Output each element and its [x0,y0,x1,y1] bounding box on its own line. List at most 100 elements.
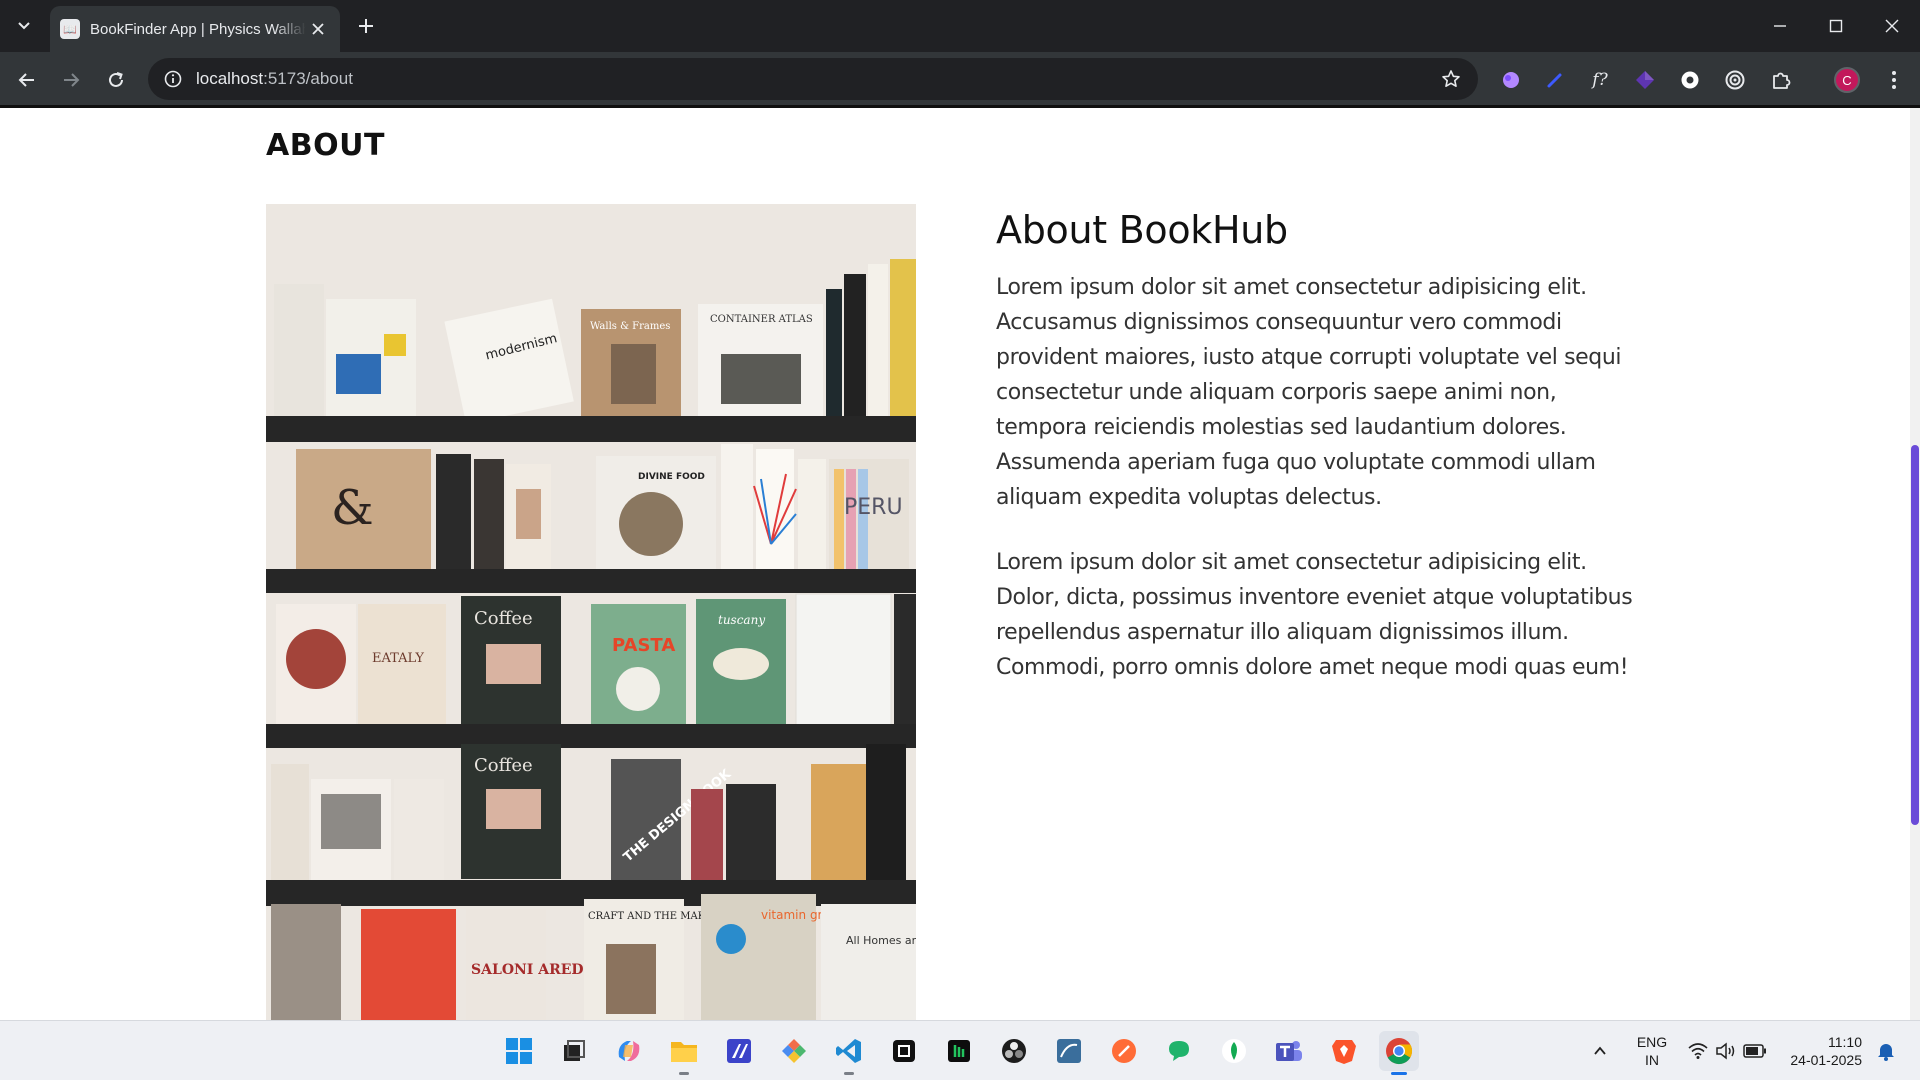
quick-settings-button[interactable] [1682,1031,1772,1071]
close-tab-button[interactable] [306,17,330,41]
leaf-icon [1222,1039,1246,1063]
tab-title: BookFinder App | Physics Wallah [90,20,306,38]
pen-icon [1547,73,1562,88]
region-code: IN [1645,1052,1659,1068]
cover-tuscany: tuscany [718,613,765,627]
more-vert-icon [1892,71,1896,89]
taskbar-task-view[interactable] [554,1031,594,1071]
windows-taskbar: ENG IN 11:10 24-01-2025 [0,1020,1920,1080]
active-tab[interactable]: 📖 BookFinder App | Physics Wallah [50,6,340,52]
scrollbar-thumb[interactable] [1911,445,1919,825]
about-paragraph-2: Lorem ipsum dolor sit amet consectetur a… [996,550,1633,680]
chat-icon [1169,1041,1189,1061]
page-heading: ABOUT [266,128,385,163]
arrow-right-icon [64,73,80,87]
about-paragraph-1: Lorem ipsum dolor sit amet consectetur a… [996,275,1622,510]
close-window-button[interactable] [1864,0,1920,52]
cover-peru: PERU [844,495,903,520]
taskbar-start[interactable] [499,1031,539,1071]
extension-disc[interactable] [1676,66,1704,94]
page-scrollbar[interactable] [1910,108,1920,1020]
taskbar-brave[interactable] [1324,1031,1364,1071]
brush-icon [1503,72,1519,88]
folder-icon [671,1042,697,1062]
extension-brush[interactable] [1497,66,1525,94]
clock[interactable]: 11:10 24-01-2025 [1782,1033,1862,1069]
puzzle-icon [1773,72,1791,89]
bookshelf-image: modernism Walls & Frames CONTAINER ATLAS… [266,204,916,1020]
chrome-icon [1386,1038,1413,1065]
new-tab-button[interactable] [352,12,380,40]
taskbar-terminal[interactable] [939,1031,979,1071]
bookshelf-illustration: modernism Walls & Frames CONTAINER ATLAS… [266,204,916,1020]
language-indicator[interactable]: ENG IN [1632,1033,1672,1069]
editor-icon [727,1039,751,1063]
taskbar-file-explorer[interactable] [664,1031,704,1075]
function-icon: f? [1592,70,1608,90]
url-host: localhost [196,69,264,88]
browser-toolbar: localhost:5173/about f? C [0,52,1920,108]
minimize-button[interactable] [1752,0,1808,52]
taskbar-chrome[interactable] [1379,1031,1419,1075]
taskbar-obs[interactable] [994,1031,1034,1071]
obs-icon [1002,1039,1026,1063]
taskbar-mongodb[interactable] [1214,1031,1254,1071]
back-button[interactable] [12,65,42,95]
disc-icon [1681,71,1699,89]
brave-icon [1332,1040,1356,1064]
site-info-button[interactable] [162,68,184,90]
about-title: About BookHub [996,208,1288,252]
taskbar-vscode[interactable] [829,1031,869,1075]
arrow-left-icon [18,73,34,87]
extension-cube[interactable] [1631,66,1659,94]
bookmark-button[interactable] [1440,68,1462,90]
clock-date: 24-01-2025 [1790,1052,1862,1068]
taskbar-postman[interactable] [1104,1031,1144,1071]
copilot-icon [618,1041,640,1061]
star-icon [1442,70,1460,87]
browser-tab-strip: 📖 BookFinder App | Physics Wallah [0,0,1920,52]
windows-logo-icon [506,1038,532,1064]
reload-button[interactable] [101,65,131,95]
extension-target[interactable] [1721,66,1749,94]
taskbar-mysql-workbench[interactable] [1049,1031,1089,1071]
extension-pen[interactable] [1541,66,1569,94]
language-code: ENG [1636,1034,1668,1050]
notifications-button[interactable] [1868,1031,1904,1071]
cover-coffee: Coffee [474,608,533,629]
taskbar-editor[interactable] [719,1031,759,1071]
taskbar-notion[interactable] [884,1031,924,1071]
profile-avatar[interactable]: C [1834,67,1860,93]
url-path: :5173/about [263,69,353,88]
tab-search-button[interactable] [10,12,38,40]
cover-container-atlas: CONTAINER ATLAS [710,314,813,325]
database-icon [1057,1039,1081,1063]
taskbar-teams[interactable] [1269,1031,1309,1071]
forward-button[interactable] [56,65,86,95]
vscode-icon [836,1039,861,1063]
taskbar-copilot[interactable] [609,1031,649,1071]
taskbar-git[interactable] [774,1031,814,1071]
show-hidden-icons-button[interactable] [1582,1031,1618,1071]
extension-function[interactable]: f? [1586,66,1614,94]
svg-text:&: & [331,480,374,536]
taskbar-chat[interactable] [1159,1031,1199,1071]
clock-time: 11:10 [1828,1034,1862,1050]
maximize-button[interactable] [1808,0,1864,52]
url-text: localhost:5173/about [196,69,353,89]
chevron-up-icon [1594,1046,1606,1055]
reload-icon [109,72,123,87]
active-indicator [1391,1072,1407,1075]
page-viewport: ABOUT modernism Walls & Frames CONTAINER… [0,108,1920,1020]
browser-menu-button[interactable] [1880,66,1908,94]
battery-icon [1743,1044,1766,1058]
wifi-icon [1688,1043,1708,1059]
plus-icon [359,19,373,33]
address-bar[interactable]: localhost:5173/about [148,58,1478,100]
terminal-icon [948,1040,970,1062]
extensions-menu-button[interactable] [1767,66,1795,94]
volume-icon [1716,1042,1735,1060]
close-icon [1885,19,1899,33]
bell-icon [1878,1044,1894,1061]
running-indicator [679,1072,689,1075]
